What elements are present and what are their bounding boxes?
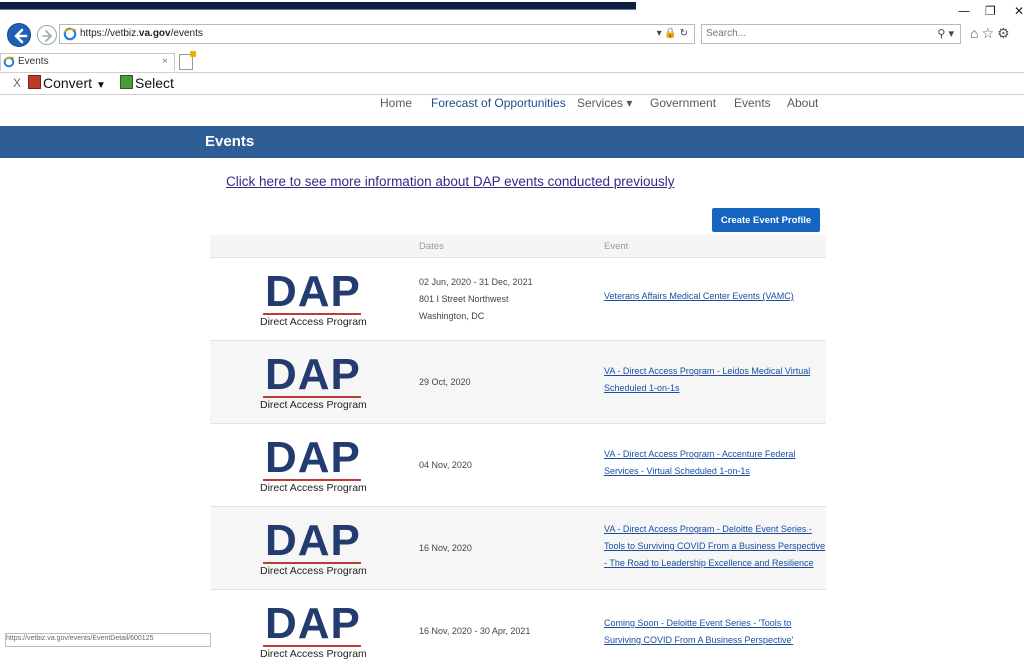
new-tab-button[interactable] [179, 51, 196, 70]
dap-logo: DAP Direct Access Program [260, 516, 367, 578]
dap-logo-letters: DAP [265, 433, 361, 482]
dap-logo-underline [263, 562, 361, 564]
lock-refresh-icons[interactable]: ▾ 🔒 ↻ [657, 25, 688, 43]
table-row: DAP Direct Access Program 16 Nov, 2020 -… [210, 589, 826, 672]
dap-logo-subtitle: Direct Access Program [260, 648, 367, 660]
event-dates: 29 Oct, 2020 [419, 377, 471, 387]
dap-logo-letters: DAP [265, 350, 361, 399]
address-row: https://vetbiz.va.gov/events ▾ 🔒 ↻ ⚲ ▾ [0, 21, 1024, 49]
dap-logo-underline [263, 479, 361, 481]
tab-close-icon[interactable]: × [162, 54, 168, 70]
event-link[interactable]: VA - Direct Access Program - Deloitte Ev… [604, 521, 829, 572]
page-banner: Events [0, 126, 1024, 158]
previous-events-link[interactable]: Click here to see more information about… [226, 174, 675, 189]
nav-forecast[interactable]: Forecast of Opportunities [431, 96, 566, 110]
favorites-star-icon[interactable]: ☆ [981, 25, 997, 41]
minimize-icon[interactable]: — [958, 4, 970, 18]
table-row: DAP Direct Access Program 29 Oct, 2020 V… [210, 340, 826, 423]
tab-events[interactable]: Events × [0, 53, 175, 71]
command-bar: X Convert ▼ Select [0, 74, 1024, 95]
dap-logo-subtitle: Direct Access Program [260, 565, 367, 577]
dap-logo-letters: DAP [265, 516, 361, 565]
table-row: DAP Direct Access Program 04 Nov, 2020 V… [210, 423, 826, 506]
dap-logo-letters: DAP [265, 599, 361, 648]
event-link[interactable]: VA - Direct Access Program - Accenture F… [604, 446, 829, 480]
back-arrow-icon [14, 28, 28, 44]
caret-down-icon[interactable]: ▼ [96, 80, 106, 91]
select-button[interactable]: Select [120, 75, 174, 91]
search-box[interactable]: ⚲ ▾ [701, 24, 961, 44]
dap-logo-underline [263, 396, 361, 398]
nav-home[interactable]: Home [380, 96, 412, 110]
restore-icon[interactable]: ❐ [985, 4, 996, 18]
address-bar[interactable]: https://vetbiz.va.gov/events ▾ 🔒 ↻ [59, 24, 695, 44]
home-icon[interactable]: ⌂ [970, 25, 981, 41]
nav-services[interactable]: Services ▾ [577, 96, 632, 110]
tab-title: Events [18, 56, 49, 67]
event-dates: 16 Nov, 2020 - 30 Apr, 2021 [419, 626, 531, 636]
dap-logo: DAP Direct Access Program [260, 599, 367, 661]
dap-logo: DAP Direct Access Program [260, 267, 367, 329]
dap-logo-underline [263, 313, 361, 315]
event-link[interactable]: Coming Soon - Deloitte Event Series - 'T… [604, 615, 829, 649]
ie-tab-icon [3, 56, 15, 68]
events-table: Dates Event DAP Direct Access Program 02… [210, 235, 826, 672]
close-window-icon[interactable]: ✕ [1014, 4, 1024, 18]
forward-button[interactable] [37, 25, 57, 45]
event-dates: 04 Nov, 2020 [419, 460, 472, 470]
title-bar: — ❐ ✕ [0, 0, 1024, 18]
page-title: Events [205, 133, 255, 150]
toolbar-close-icon[interactable]: X [13, 76, 21, 90]
search-icon[interactable]: ⚲ ▾ [937, 25, 954, 43]
dap-logo-subtitle: Direct Access Program [260, 316, 367, 328]
nav-government[interactable]: Government [650, 96, 716, 110]
event-dates: 16 Nov, 2020 [419, 543, 472, 553]
dap-logo-subtitle: Direct Access Program [260, 482, 367, 494]
nav-events[interactable]: Events [734, 96, 771, 110]
browser-toolbar-icons[interactable]: ⌂☆⚙ [970, 25, 1013, 42]
url-text: https://vetbiz.va.gov/events [80, 28, 203, 39]
column-header-event: Event [604, 241, 629, 252]
tab-row: Events × [0, 51, 1024, 73]
table-row: DAP Direct Access Program 02 Jun, 2020 -… [210, 257, 826, 340]
column-header-dates: Dates [419, 241, 444, 252]
dap-logo: DAP Direct Access Program [260, 350, 367, 412]
ie-logo-icon [63, 27, 77, 41]
forward-arrow-icon [42, 30, 53, 42]
dap-logo-letters: DAP [265, 267, 361, 316]
event-link[interactable]: Veterans Affairs Medical Center Events (… [604, 288, 829, 305]
event-dates: 02 Jun, 2020 - 31 Dec, 2021 801 I Street… [419, 277, 533, 321]
pdf-select-icon [120, 75, 133, 89]
create-event-profile-button[interactable]: Create Event Profile [712, 208, 820, 232]
status-bar-url: https://vetbiz.va.gov/events/EventDetail… [5, 633, 211, 647]
event-link[interactable]: VA - Direct Access Program - Leidos Medi… [604, 363, 829, 397]
back-button[interactable] [7, 23, 31, 47]
dap-logo-subtitle: Direct Access Program [260, 399, 367, 411]
table-row: DAP Direct Access Program 16 Nov, 2020 V… [210, 506, 826, 589]
dap-logo-underline [263, 645, 361, 647]
settings-gear-icon[interactable]: ⚙ [997, 25, 1013, 41]
search-input[interactable] [706, 28, 906, 39]
nav-about[interactable]: About [787, 96, 818, 110]
table-header: Dates Event [210, 235, 826, 257]
convert-button[interactable]: Convert ▼ [28, 75, 106, 91]
dap-logo: DAP Direct Access Program [260, 433, 367, 495]
pdf-convert-icon [28, 75, 41, 89]
window-title-strip [0, 2, 636, 10]
